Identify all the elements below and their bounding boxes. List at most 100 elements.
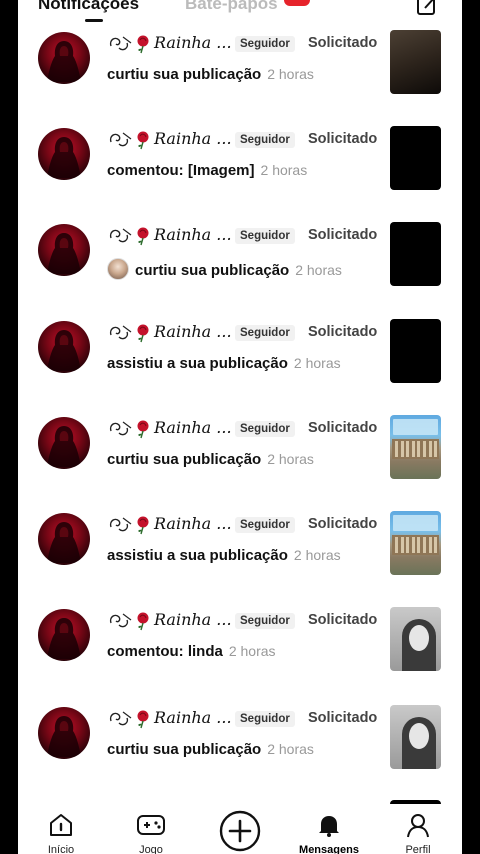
- relationship-badge: Seguidor: [235, 613, 295, 629]
- notification-row[interactable]: Rainha ... Seguidor Solicitado curtiu sua p…: [18, 415, 462, 511]
- notification-row[interactable]: Rainha ... Seguidor Solicitado assistiu a s…: [18, 319, 462, 415]
- profile-icon: [407, 814, 429, 838]
- bell-icon: [319, 816, 339, 837]
- decoration-icon: [109, 35, 149, 54]
- decoration-icon: [109, 516, 149, 535]
- action-text: curtiu sua publicação: [107, 741, 262, 758]
- timestamp: 2 horas: [293, 547, 341, 563]
- post-thumbnail[interactable]: [390, 30, 441, 94]
- avatar[interactable]: [38, 513, 90, 565]
- relationship-badge: Seguidor: [235, 132, 295, 148]
- notification-text: curtiu sua publicação 2 horas: [107, 741, 314, 758]
- username[interactable]: Rainha ...: [154, 418, 232, 437]
- avatar-figure: [47, 233, 81, 274]
- username[interactable]: Rainha ...: [154, 225, 232, 244]
- avatar-figure: [47, 426, 81, 467]
- decoration-icon: [109, 131, 149, 150]
- notification-row[interactable]: Rainha ... Seguidor Solicitado assistiu a s…: [18, 511, 462, 607]
- nav-messages[interactable]: Mensagens: [294, 804, 364, 854]
- post-thumbnail[interactable]: [390, 319, 441, 383]
- timestamp: 2 horas: [267, 741, 314, 757]
- compose-icon[interactable]: [416, 0, 438, 16]
- nav-game[interactable]: Jogo: [116, 804, 186, 854]
- avatar-figure: [47, 330, 81, 371]
- post-thumbnail[interactable]: [390, 511, 441, 575]
- notification-text: curtiu sua publicação 2 horas: [107, 451, 314, 468]
- request-status[interactable]: Solicitado: [308, 710, 377, 726]
- avatar[interactable]: [38, 707, 90, 759]
- tab-active-indicator: [85, 19, 103, 22]
- avatar[interactable]: [38, 128, 90, 180]
- username[interactable]: Rainha ...: [154, 129, 232, 148]
- avatar[interactable]: [38, 224, 90, 276]
- nav-home[interactable]: Início: [26, 804, 96, 854]
- decoration-icon: [109, 227, 149, 246]
- request-status[interactable]: Solicitado: [308, 420, 377, 436]
- top-tabs: Notificações Bate-papos: [18, 0, 462, 22]
- timestamp: 2 horas: [295, 262, 342, 278]
- username[interactable]: Rainha ...: [154, 322, 232, 341]
- notification-row[interactable]: Rainha ... Seguidor Solicitado curtiu sua p…: [18, 30, 462, 126]
- avatar[interactable]: [38, 417, 90, 469]
- notification-header: Rainha ... Seguidor Solicitado: [107, 417, 387, 439]
- post-thumbnail[interactable]: [390, 126, 441, 190]
- timestamp: 2 horas: [293, 355, 341, 371]
- timestamp: 2 horas: [267, 66, 314, 82]
- notification-header: Rainha ... Seguidor Solicitado: [107, 321, 387, 343]
- notification-header: Rainha ... Seguidor Solicitado: [107, 224, 387, 246]
- notification-row[interactable]: Rainha ... Seguidor Solicitado comentou: [I…: [18, 126, 462, 222]
- bottom-navigation: Início Jogo Mensagens Perfil: [18, 804, 462, 854]
- action-text: curtiu sua publicação: [135, 262, 290, 279]
- relationship-badge: Seguidor: [235, 228, 295, 244]
- avatar-figure: [47, 618, 81, 659]
- request-status[interactable]: Solicitado: [308, 612, 377, 628]
- action-text: curtiu sua publicação: [107, 451, 262, 468]
- decoration-icon: [109, 612, 149, 631]
- request-status[interactable]: Solicitado: [308, 516, 377, 532]
- post-thumbnail[interactable]: [390, 222, 441, 286]
- post-thumbnail[interactable]: [390, 415, 441, 479]
- tab-chats[interactable]: Bate-papos: [185, 0, 278, 14]
- action-text: curtiu sua publicação: [107, 66, 262, 83]
- relationship-badge: Seguidor: [235, 517, 295, 533]
- username[interactable]: Rainha ...: [154, 514, 232, 533]
- notification-header: Rainha ... Seguidor Solicitado: [107, 513, 387, 535]
- request-status[interactable]: Solicitado: [308, 131, 377, 147]
- action-text: comentou: [Imagem]: [107, 162, 255, 179]
- avatar-figure: [47, 137, 81, 178]
- nav-profile-label: Perfil: [405, 844, 431, 854]
- gamepad-icon: [137, 815, 165, 835]
- post-thumbnail[interactable]: [390, 705, 441, 769]
- request-status[interactable]: Solicitado: [308, 35, 377, 51]
- relationship-badge: Seguidor: [235, 325, 295, 341]
- timestamp: 2 horas: [267, 451, 314, 467]
- username[interactable]: Rainha ...: [154, 610, 232, 629]
- avatar[interactable]: [38, 609, 90, 661]
- relationship-badge: Seguidor: [235, 421, 295, 437]
- notification-text: curtiu sua publicação 2 horas: [107, 66, 314, 83]
- request-status[interactable]: Solicitado: [308, 324, 377, 340]
- username[interactable]: Rainha ...: [154, 708, 232, 727]
- notification-text: comentou: linda 2 horas: [107, 643, 276, 660]
- tab-notifications[interactable]: Notificações: [38, 0, 139, 14]
- post-thumbnail[interactable]: [390, 607, 441, 671]
- timestamp: 2 horas: [228, 643, 276, 659]
- notification-text: comentou: [Imagem] 2 horas: [107, 162, 307, 179]
- decoration-icon: [109, 324, 149, 343]
- request-status[interactable]: Solicitado: [308, 227, 377, 243]
- notification-row[interactable]: Rainha ... Seguidor Solicitado comentou: li…: [18, 607, 462, 703]
- notification-row[interactable]: Rainha ... Seguidor Solicitado curtiu sua p…: [18, 705, 462, 801]
- notification-text: assistiu a sua publicação 2 horas: [107, 547, 341, 564]
- plus-circle-icon: [219, 810, 261, 852]
- nav-profile[interactable]: Perfil: [383, 804, 453, 854]
- avatar[interactable]: [38, 321, 90, 373]
- notification-row[interactable]: Rainha ... Seguidor Solicitado curtiu sua p…: [18, 222, 462, 318]
- notification-text: assistiu a sua publicação 2 horas: [107, 355, 341, 372]
- nav-create[interactable]: [205, 804, 275, 854]
- avatar[interactable]: [38, 32, 90, 84]
- username[interactable]: Rainha ...: [154, 33, 232, 52]
- avatar-figure: [47, 41, 81, 82]
- nav-game-label: Jogo: [139, 844, 163, 854]
- nav-home-label: Início: [47, 844, 75, 854]
- action-text: comentou: linda: [107, 643, 223, 660]
